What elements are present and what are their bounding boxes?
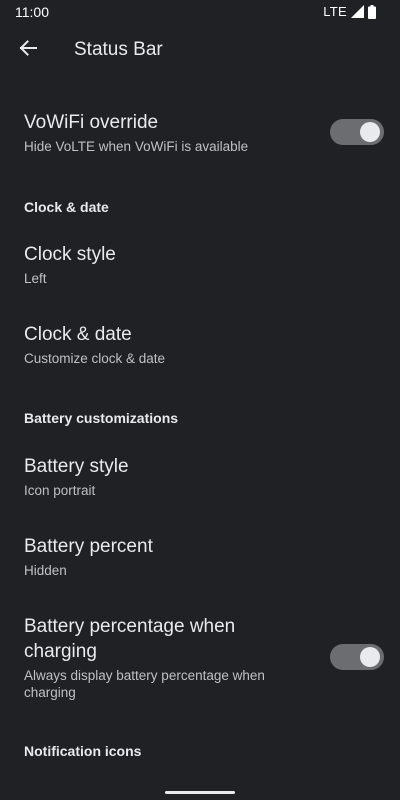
item-summary: Hidden bbox=[24, 563, 67, 578]
status-bar: 11:00 LTE bbox=[0, 0, 400, 24]
toggle-thumb bbox=[360, 122, 380, 142]
network-type: LTE bbox=[323, 4, 347, 19]
signal-icon bbox=[351, 5, 364, 18]
item-title-line2: charging bbox=[24, 641, 97, 662]
item-summary: Hide VoLTE when VoWiFi is available bbox=[24, 139, 249, 154]
status-time: 11:00 bbox=[15, 4, 49, 20]
gesture-nav-handle[interactable] bbox=[165, 791, 235, 794]
app-bar: Status Bar bbox=[0, 28, 400, 72]
item-title-line1: Battery percentage when bbox=[24, 616, 236, 637]
toggle-thumb bbox=[360, 647, 380, 667]
item-summary: Left bbox=[24, 271, 47, 286]
battery-percent-item[interactable]: Battery percent Hidden bbox=[0, 524, 400, 594]
settings-screen: 11:00 LTE Status Bar VoWiFi override Hid… bbox=[0, 0, 400, 800]
item-summary-line2: charging bbox=[24, 685, 76, 700]
battery-charging-item[interactable]: Battery percentage when charging Always … bbox=[0, 604, 400, 706]
page-title: Status Bar bbox=[74, 39, 163, 60]
item-title: Clock & date bbox=[24, 324, 132, 345]
section-header-notification-icons: Notification icons bbox=[24, 743, 142, 759]
item-title: Clock style bbox=[24, 244, 116, 265]
item-summary: Icon portrait bbox=[24, 483, 96, 498]
item-summary: Customize clock & date bbox=[24, 351, 166, 366]
status-icons: LTE bbox=[323, 4, 376, 19]
clock-date-item[interactable]: Clock & date Customize clock & date bbox=[0, 312, 400, 382]
vowifi-toggle[interactable] bbox=[330, 119, 384, 145]
item-title: VoWiFi override bbox=[24, 112, 159, 133]
item-summary-line1: Always display battery percentage when bbox=[24, 668, 265, 683]
section-header-battery: Battery customizations bbox=[24, 410, 179, 426]
section-header-clock-date: Clock & date bbox=[24, 199, 109, 215]
arrow-back-icon bbox=[19, 39, 37, 62]
back-button[interactable] bbox=[12, 34, 44, 66]
item-title: Battery percent bbox=[24, 536, 153, 557]
vowifi-override-item[interactable]: VoWiFi override Hide VoLTE when VoWiFi i… bbox=[0, 100, 400, 164]
settings-list: VoWiFi override Hide VoLTE when VoWiFi i… bbox=[0, 72, 400, 800]
clock-style-item[interactable]: Clock style Left bbox=[0, 232, 400, 302]
battery-charging-toggle[interactable] bbox=[330, 644, 384, 670]
battery-icon bbox=[368, 4, 376, 19]
item-title: Battery style bbox=[24, 456, 129, 477]
battery-style-item[interactable]: Battery style Icon portrait bbox=[0, 444, 400, 514]
